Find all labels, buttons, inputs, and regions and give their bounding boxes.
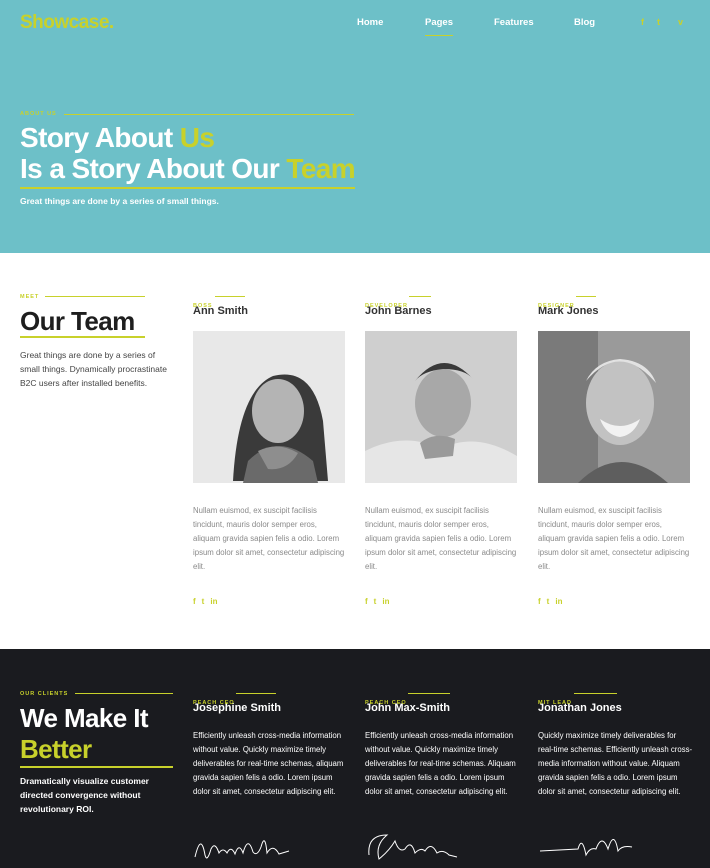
client-testimonial: MIT LEAD Jonathan Jones Quickly maximize… [538,691,693,857]
hero-kicker-divider [64,114,354,115]
clients-title: We Make It Better [20,703,149,765]
member-photo [538,331,690,483]
client-testimonial: PEACH CEO Josephine Smith Efficiently un… [193,691,348,859]
team-title-underline [20,336,145,338]
role-divider [215,296,245,297]
hero-title-line1: Story About [20,122,180,153]
main-nav: Home Pages Features Blog [0,17,710,37]
role-divider [236,693,276,694]
twitter-icon[interactable]: t [547,597,550,606]
clients-title-accent: Better [20,734,92,764]
clients-kicker-divider [75,693,173,694]
hero-title: Story About Us Is a Story About Our Team [20,122,356,184]
nav-home[interactable]: Home [357,17,383,28]
team-description: Great things are done by a series of sma… [20,350,167,388]
member-name: Ann Smith [193,305,248,317]
facebook-icon[interactable]: f [365,597,368,606]
team-kicker-divider [45,296,145,297]
hero-kicker: ABOUT US [20,111,57,117]
member-role: BOSS [193,303,213,309]
hero-section: Showcase. Home Pages Features Blog f t v… [0,0,710,253]
team-title: Our Team [20,306,135,336]
member-bio: Nullam euismod, ex suscipit facilisis ti… [538,506,690,571]
facebook-icon[interactable]: f [538,597,541,606]
member-role: DEVELOPER [365,303,408,309]
clients-title-underline [20,766,173,768]
twitter-icon[interactable]: t [374,597,377,606]
linkedin-icon[interactable]: in [382,597,389,606]
hero-subtitle: Great things are done by a series of sma… [20,196,219,206]
hero-title-underline [20,187,355,189]
signature-image [194,840,290,859]
client-quote: Efficiently unleash cross-media informat… [193,731,344,796]
team-member-card: BOSS Ann Smith Nullam euismod, ex suscip… [193,294,347,606]
member-photo [193,331,345,483]
twitter-icon[interactable]: t [202,597,205,606]
member-social: f t in [538,597,568,606]
member-social: f t in [365,597,395,606]
role-divider [574,693,617,694]
signature-image [368,834,458,860]
clients-description: Dramatically visualize customer directed… [20,776,149,814]
twitter-icon[interactable]: t [657,17,660,27]
client-testimonial: PEACH CEO John Max-Smith Efficiently unl… [365,691,520,860]
clients-title-line1: We Make It [20,703,149,733]
member-role: DESIGNER [538,303,575,309]
signature-image [539,839,633,857]
team-member-card: DESIGNER Mark Jones Nullam euismod, ex s… [538,294,692,606]
client-quote: Quickly maximize timely deliverables for… [538,731,693,796]
hero-title-line2: Is a Story About Our [20,153,287,184]
member-photo [365,331,517,483]
linkedin-icon[interactable]: in [555,597,562,606]
client-role: MIT LEAD [538,700,572,706]
role-divider [409,296,431,297]
client-role: PEACH CEO [365,700,407,706]
team-kicker: MEET [20,294,40,300]
team-member-card: DEVELOPER John Barnes Nullam euismod, ex… [365,294,519,606]
hero-title-accent-1: Us [179,122,215,153]
client-role: PEACH CEO [193,700,235,706]
hero-title-accent-2: Team [286,153,356,184]
nav-blog[interactable]: Blog [574,17,595,28]
vimeo-icon[interactable]: v [678,17,683,27]
nav-pages[interactable]: Pages [425,17,453,36]
member-bio: Nullam euismod, ex suscipit facilisis ti… [365,506,517,571]
nav-features[interactable]: Features [494,17,534,28]
member-social: f t in [193,597,223,606]
client-quote: Efficiently unleash cross-media informat… [365,731,516,796]
role-divider [576,296,596,297]
linkedin-icon[interactable]: in [210,597,217,606]
role-divider [408,693,450,694]
member-bio: Nullam euismod, ex suscipit facilisis ti… [193,506,345,571]
facebook-icon[interactable]: f [641,17,644,27]
clients-kicker: OUR CLIENTS [20,691,69,697]
facebook-icon[interactable]: f [193,597,196,606]
